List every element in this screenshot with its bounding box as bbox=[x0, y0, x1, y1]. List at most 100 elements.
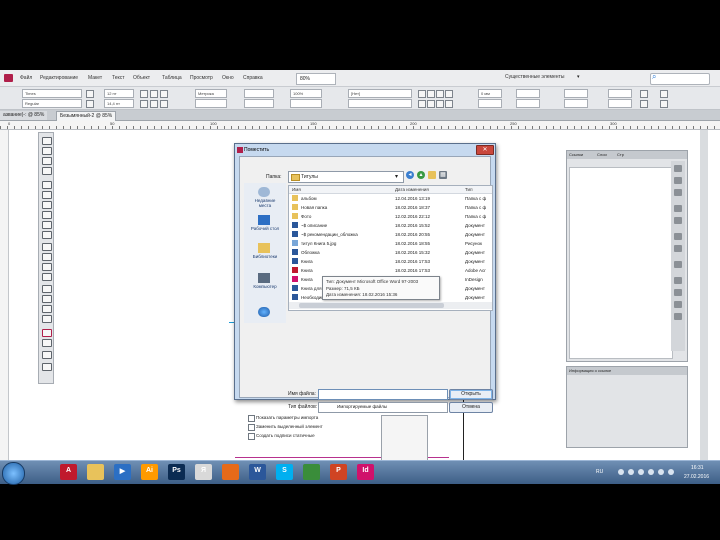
menu-table[interactable]: Таблица bbox=[162, 75, 182, 81]
text-wrap-panel-icon[interactable] bbox=[674, 277, 682, 284]
underline-icon[interactable] bbox=[160, 90, 168, 98]
close-button[interactable]: ✕ bbox=[476, 145, 494, 155]
superscript-icon[interactable] bbox=[150, 90, 158, 98]
justify-center-icon[interactable] bbox=[427, 100, 435, 108]
skype-taskbar-icon[interactable]: S bbox=[276, 464, 293, 480]
align-right-icon[interactable] bbox=[436, 90, 444, 98]
drop-cap-chars-field[interactable] bbox=[608, 99, 632, 108]
line-tool-icon[interactable] bbox=[42, 191, 52, 199]
justify-left-icon[interactable] bbox=[418, 100, 426, 108]
workspace-select[interactable]: Существенные элементы bbox=[505, 74, 564, 80]
type-t-icon[interactable] bbox=[86, 90, 94, 98]
clock-date[interactable]: 27.02.2016 bbox=[684, 474, 709, 480]
new-folder-icon[interactable] bbox=[428, 171, 436, 179]
font-style-select[interactable]: Regular bbox=[22, 99, 82, 108]
baseline-field[interactable] bbox=[244, 99, 274, 108]
menu-object[interactable]: Объект bbox=[133, 75, 150, 81]
tab-document-1[interactable]: азвание)-: @ 85% bbox=[0, 111, 48, 120]
column-name[interactable]: Имя bbox=[292, 187, 301, 192]
effects-panel-icon[interactable] bbox=[674, 261, 682, 268]
free-transform-tool-icon[interactable] bbox=[42, 253, 52, 261]
preview-mode-icon[interactable] bbox=[42, 363, 52, 371]
gradient-tool-icon[interactable] bbox=[42, 263, 52, 271]
place-libraries[interactable]: Библиотеки bbox=[248, 243, 282, 265]
justify-all-icon[interactable] bbox=[445, 100, 453, 108]
grid-align-icon[interactable] bbox=[660, 90, 668, 98]
language-select[interactable] bbox=[348, 99, 412, 108]
pencil-tool-icon[interactable] bbox=[42, 211, 52, 219]
scroll-thumb[interactable] bbox=[299, 303, 444, 308]
menu-edit[interactable]: Редактирование bbox=[40, 75, 78, 81]
file-row[interactable]: Книга 18.02.2016 17:53 Adobe Acr bbox=[289, 266, 492, 275]
skew-field[interactable] bbox=[290, 99, 322, 108]
illustrator-taskbar-icon[interactable]: Ai bbox=[141, 464, 158, 480]
firefox-taskbar-icon[interactable] bbox=[222, 464, 239, 480]
right-indent-field[interactable] bbox=[516, 89, 540, 98]
flag-tray-icon[interactable] bbox=[668, 469, 674, 475]
pen-tool-icon[interactable] bbox=[42, 201, 52, 209]
file-row[interactable]: альбом 12.04.2016 13:19 Папка с ф bbox=[289, 194, 492, 203]
page-tool-icon[interactable] bbox=[42, 157, 52, 165]
scissors-tool-icon[interactable] bbox=[42, 243, 52, 251]
folder-select[interactable]: Титулы ▾ bbox=[288, 171, 404, 183]
type-tool-icon[interactable] bbox=[42, 181, 52, 189]
rectangle-tool-icon[interactable] bbox=[42, 231, 52, 239]
media-player-taskbar-icon[interactable]: ▶ bbox=[114, 464, 131, 480]
swatches-panel-icon[interactable] bbox=[674, 217, 682, 224]
column-type[interactable]: Тип bbox=[465, 187, 473, 192]
note-tool-icon[interactable] bbox=[42, 285, 52, 293]
type-t-icon[interactable] bbox=[86, 100, 94, 108]
file-row[interactable]: Фото 12.02.2016 22:12 Папка с ф bbox=[289, 212, 492, 221]
horizontal-scrollbar[interactable] bbox=[289, 302, 492, 309]
gradient-feather-tool-icon[interactable] bbox=[42, 273, 52, 281]
links-panel-icon[interactable] bbox=[674, 189, 682, 196]
gap-tool-icon[interactable] bbox=[42, 167, 52, 175]
zoom-tool-icon[interactable] bbox=[42, 315, 52, 323]
menu-window[interactable]: Окно bbox=[222, 75, 234, 81]
back-icon[interactable]: ◂ bbox=[406, 171, 414, 179]
messenger-taskbar-icon[interactable] bbox=[303, 464, 320, 480]
vertical-scrollbar[interactable] bbox=[700, 130, 708, 470]
menu-layout[interactable]: Макет bbox=[88, 75, 102, 81]
file-row[interactable]: титул Книга 5.jpg 18.02.2016 18:55 Рисунок bbox=[289, 239, 492, 248]
tray-icon[interactable] bbox=[638, 469, 644, 475]
cancel-button[interactable]: Отмена bbox=[449, 402, 493, 413]
adobe-reader-taskbar-icon[interactable]: A bbox=[60, 464, 77, 480]
color-panel-icon[interactable] bbox=[674, 233, 682, 240]
clock-time[interactable]: 16:31 bbox=[691, 465, 704, 471]
layers-panel-icon[interactable] bbox=[674, 177, 682, 184]
first-line-indent-field[interactable] bbox=[478, 99, 502, 108]
menu-type[interactable]: Текст bbox=[112, 75, 125, 81]
menu-file[interactable]: Файл bbox=[20, 75, 32, 81]
fill-stroke-icon[interactable] bbox=[42, 329, 52, 337]
horizontal-ruler[interactable]: 0 50 100 150 200 250 300 bbox=[0, 121, 720, 130]
checkbox[interactable] bbox=[248, 415, 255, 422]
network-tray-icon[interactable] bbox=[648, 469, 654, 475]
place-desktop[interactable]: Рабочий стол bbox=[248, 215, 282, 237]
rectangle-frame-tool-icon[interactable] bbox=[42, 221, 52, 229]
leading-field[interactable]: 14,4 пт bbox=[104, 99, 134, 108]
justify-icon[interactable] bbox=[445, 90, 453, 98]
stroke-panel-icon[interactable] bbox=[674, 205, 682, 212]
horizontal-scale-field[interactable]: 100% bbox=[290, 89, 322, 98]
zoom-select[interactable]: 80% bbox=[296, 73, 336, 85]
font-family-select[interactable]: Times bbox=[22, 89, 82, 98]
align-panel-icon[interactable] bbox=[674, 289, 682, 296]
pages-panel-icon[interactable] bbox=[674, 165, 682, 172]
font-size-field[interactable]: 12 пт bbox=[104, 89, 134, 98]
checkbox[interactable] bbox=[248, 424, 255, 431]
yandex-taskbar-icon[interactable]: Я bbox=[195, 464, 212, 480]
subscript-icon[interactable] bbox=[150, 100, 158, 108]
filename-input[interactable] bbox=[318, 389, 448, 400]
place-computer[interactable]: Компьютер bbox=[248, 273, 282, 295]
place-network[interactable] bbox=[248, 307, 282, 321]
chevron-down-icon[interactable]: ▾ bbox=[577, 74, 580, 80]
paragraph-panel-icon[interactable] bbox=[674, 313, 682, 320]
column-date[interactable]: Дата изменения bbox=[395, 187, 429, 192]
justify-right-icon[interactable] bbox=[436, 100, 444, 108]
direct-selection-tool-icon[interactable] bbox=[42, 147, 52, 155]
file-row[interactable]: Новая папка 18.02.2016 18:37 Папка с ф bbox=[289, 203, 492, 212]
explorer-taskbar-icon[interactable] bbox=[87, 464, 104, 480]
powerpoint-taskbar-icon[interactable]: P bbox=[330, 464, 347, 480]
eyedropper-tool-icon[interactable] bbox=[42, 295, 52, 303]
